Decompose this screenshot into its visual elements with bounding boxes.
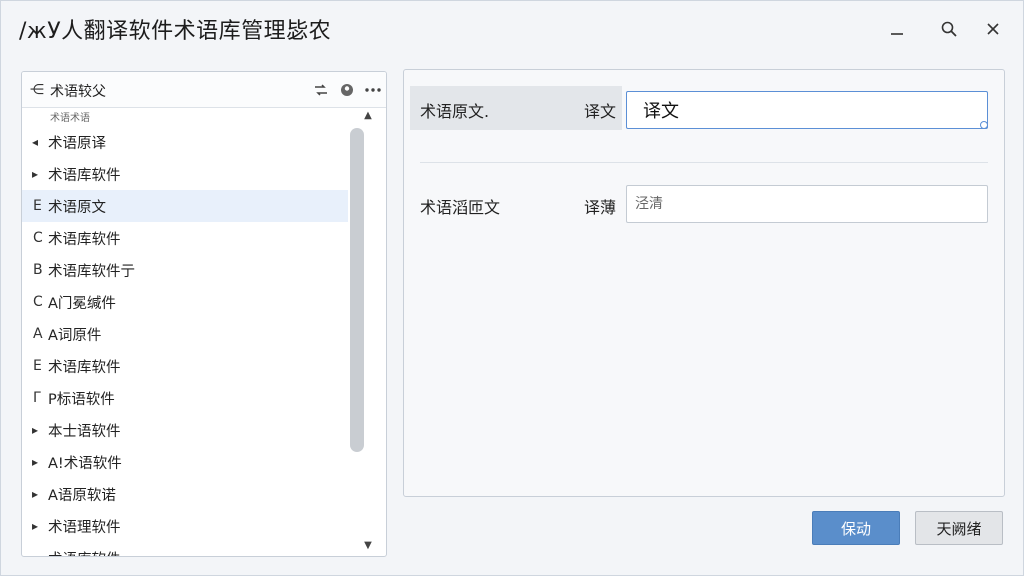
expand-toggle-icon[interactable]: ▸	[22, 487, 48, 501]
tree-item-type-marker: C	[33, 230, 43, 246]
tree-item[interactable]: 术语库软件	[22, 542, 348, 557]
tree-item-type-marker: E	[33, 198, 42, 214]
tree-item-label: 术语库软件	[48, 359, 121, 376]
scrollbar-thumb[interactable]	[350, 128, 364, 452]
tree-scrollbar[interactable]: ▲ ▼	[350, 108, 386, 556]
tree-item-type-marker: C	[33, 294, 43, 310]
app-window: /жУ人翻译软件术语库管理毖农 ⋲ 术语较父 术语术语 ◂ 术语原译 ▸ 术语库软件 E…	[0, 0, 1024, 576]
tree-item-type-marker: B	[33, 262, 43, 278]
expand-toggle-icon[interactable]: ▸	[22, 519, 48, 533]
tree-item[interactable]: ▸ 术语库软件	[22, 158, 348, 190]
window-title: /жУ人翻译软件术语库管理毖农	[19, 19, 332, 44]
tree-item-label: P标语软件	[48, 391, 115, 408]
more-button[interactable]	[362, 80, 384, 100]
refresh-button[interactable]	[310, 80, 332, 100]
tree-item-type-marker: Γ	[33, 390, 41, 406]
tree-item-type-marker: E	[33, 358, 42, 374]
tree-item-type-marker: A	[33, 326, 43, 342]
tree-item-label: 术语库软件亍	[48, 263, 135, 280]
scroll-down-icon[interactable]: ▼	[350, 538, 386, 554]
tree-item-label: A!术语软件	[48, 455, 122, 472]
minimize-button[interactable]	[881, 13, 913, 45]
tree-item-label: 本士语软件	[48, 423, 121, 440]
title-bar: /жУ人翻译软件术语库管理毖农	[1, 1, 1023, 57]
tree-item-label: 术语原文	[48, 199, 106, 216]
refresh-icon	[315, 84, 327, 96]
expand-toggle-icon[interactable]: ▸	[22, 455, 48, 469]
tree-item[interactable]: ▸ A语原软诺	[22, 478, 348, 510]
source-term-label-2: 术语滔匝文	[420, 198, 501, 217]
tree-item-label: 术语库软件	[48, 231, 121, 248]
tree-item[interactable]: ▸ 术语理软件	[22, 510, 348, 542]
tree-item[interactable]: C 术语库软件	[22, 222, 348, 254]
translation-label-2: 译薄	[584, 198, 617, 217]
user-icon	[341, 84, 353, 96]
tree-item-label: 术语库软件	[48, 167, 121, 184]
tree-item[interactable]: ◂ 术语原译	[22, 126, 348, 158]
tree-panel-title: 术语较父	[50, 84, 106, 100]
translation-input-2[interactable]	[626, 185, 988, 223]
minimize-icon	[891, 33, 903, 35]
term-tree-panel: ⋲ 术语较父 术语术语 ◂ 术语原译 ▸ 术语库软件 E 术语原文 C 术语库软件 B 术语库软件…	[21, 71, 387, 557]
resize-handle-icon	[980, 121, 988, 129]
tree-item-label: 术语库软件	[48, 548, 121, 557]
translation-label: 译文	[584, 102, 617, 121]
term-tree: ◂ 术语原译 ▸ 术语库软件 E 术语原文 C 术语库软件 B 术语库软件亍 C A门冕缄件 A A词原件…	[22, 126, 348, 557]
tree-item[interactable]: C A门冕缄件	[22, 286, 348, 318]
tree-item[interactable]: ▸ 本士语软件	[22, 414, 348, 446]
source-term-label: 术语原文.	[420, 102, 490, 121]
term-edit-panel: 术语原文. 译文 术语滔匝文 译薄	[403, 69, 1005, 497]
tree-item-label: A语原软诺	[48, 487, 116, 504]
save-button[interactable]: 保动	[812, 511, 900, 545]
tree-item-label: A门冕缄件	[48, 295, 116, 312]
expand-toggle-icon[interactable]: ▸	[22, 423, 48, 437]
tree-item[interactable]: ▸ A!术语软件	[22, 446, 348, 478]
cancel-button[interactable]: 天阙绪	[915, 511, 1003, 545]
close-button[interactable]	[977, 13, 1009, 45]
tree-item-label: 术语理软件	[48, 519, 121, 536]
tree-item[interactable]: A A词原件	[22, 318, 348, 350]
search-button[interactable]	[933, 13, 965, 45]
tree-item[interactable]: B 术语库软件亍	[22, 254, 348, 286]
tree-item[interactable]: E 术语库软件	[22, 350, 348, 382]
tree-top-note: 术语术语	[50, 113, 90, 124]
expand-toggle-icon[interactable]: ◂	[22, 135, 48, 149]
back-icon[interactable]: ⋲	[28, 81, 46, 99]
more-icon	[365, 88, 381, 92]
close-icon	[987, 23, 999, 35]
tree-item-label: 术语原译	[48, 135, 106, 152]
user-button[interactable]	[336, 80, 358, 100]
tree-item-label: A词原件	[48, 327, 102, 344]
search-icon	[941, 21, 957, 37]
divider	[420, 162, 988, 163]
tree-item[interactable]: Γ P标语软件	[22, 382, 348, 414]
translation-input[interactable]	[626, 91, 988, 129]
tree-item[interactable]: E 术语原文	[22, 190, 348, 222]
tree-panel-header: ⋲ 术语较父	[22, 72, 386, 108]
scroll-up-icon[interactable]: ▲	[350, 108, 386, 124]
expand-toggle-icon[interactable]: ▸	[22, 167, 48, 181]
